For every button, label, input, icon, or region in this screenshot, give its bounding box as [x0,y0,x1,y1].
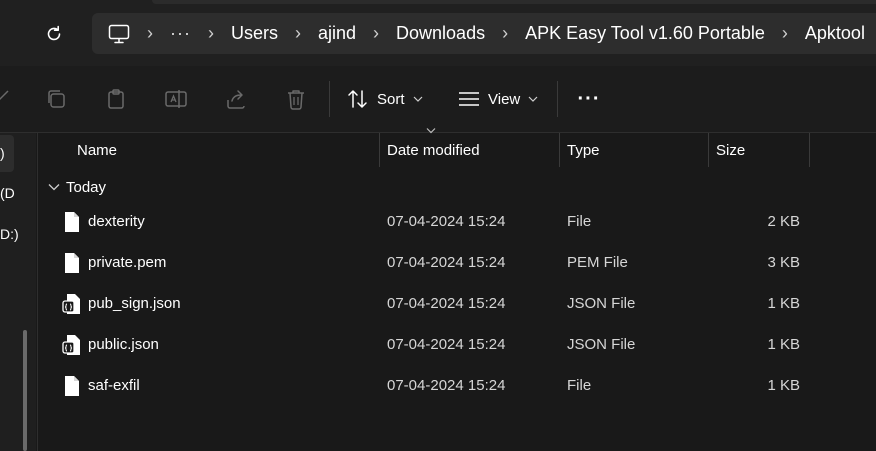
file-row[interactable]: saf-exfil 07-04-2024 15:24 File 1 KB [38,365,876,405]
refresh-icon [47,25,61,41]
breadcrumb-users[interactable]: Users [231,23,278,44]
chevron-down-icon [528,96,538,102]
file-row[interactable]: private.pem 07-04-2024 15:24 PEM File 3 … [38,242,876,282]
file-date: 07-04-2024 15:24 [387,376,506,394]
paste-icon [108,89,124,109]
paste-button[interactable] [104,87,128,111]
file-size: 1 KB [767,335,800,353]
file-date: 07-04-2024 15:24 [387,253,506,271]
column-header-size[interactable]: Size [716,133,745,167]
column-header-type-label: Type [567,141,600,159]
column-separator[interactable] [809,133,810,167]
view-label: View [488,90,521,108]
file-type: JSON File [567,294,636,312]
file-name[interactable]: dexterity [88,201,145,241]
file-name[interactable]: saf-exfil [88,365,140,405]
sort-indicator-icon [426,128,436,134]
column-header-type[interactable]: Type [567,133,600,167]
file-size: 3 KB [767,253,800,271]
file-icon [65,376,79,396]
file-size: 2 KB [767,212,800,230]
rename-button[interactable] [164,87,188,111]
file-size: 1 KB [767,376,800,394]
breadcrumb-chevron[interactable]: › [130,23,170,44]
view-list-icon [459,92,479,106]
file-row[interactable]: pub_sign.json 07-04-2024 15:24 JSON File… [38,283,876,323]
json-file-icon [62,294,80,314]
file-size: 1 KB [767,294,800,312]
sort-button[interactable]: Sort [347,84,423,114]
column-header-size-label: Size [716,141,746,159]
breadcrumb-overflow[interactable]: ··· [170,23,191,44]
cut-button[interactable] [0,87,12,111]
chevron-down-icon [413,96,422,102]
file-type: JSON File [567,335,636,353]
share-button[interactable] [224,87,248,111]
group-label: Today [66,178,107,196]
file-icon [65,253,79,273]
breadcrumb-chevron[interactable]: › [765,23,805,44]
breadcrumb-chevron[interactable]: › [278,23,318,44]
breadcrumb-apk-easy-tool[interactable]: APK Easy Tool v1.60 Portable [525,23,765,44]
breadcrumb-chevron[interactable]: › [191,23,231,44]
trash-icon [288,90,304,110]
this-pc-icon[interactable] [108,24,130,44]
column-header-name-label: Name [77,141,118,159]
column-header-date-label: Date modified [387,141,480,159]
json-file-icon [62,335,80,355]
nav-item-fragment[interactable]: (D [0,185,15,201]
sort-icon [348,90,367,108]
refresh-button[interactable] [36,16,72,52]
file-name[interactable]: pub_sign.json [88,283,181,323]
breadcrumb-chevron[interactable]: › [356,23,396,44]
file-type: PEM File [567,253,628,271]
nav-pane-scrollbar[interactable] [23,330,27,451]
tab-strip-edge [152,0,876,4]
file-row[interactable]: dexterity 07-04-2024 15:24 File 2 KB [38,201,876,241]
column-separator[interactable] [708,133,709,167]
group-header-today[interactable]: Today [48,178,106,196]
file-type: File [567,376,592,394]
navigation-pane [0,133,36,451]
breadcrumb-chevron[interactable]: › [485,23,525,44]
address-bar-row: › ··· › Users › ajind › Downloads › APK … [0,0,876,66]
column-header-name[interactable]: Name [77,133,117,167]
view-button[interactable]: View [458,84,538,114]
nav-item-fragment[interactable]: ) [0,145,5,161]
more-options-button[interactable]: ··· [576,87,602,111]
breadcrumb-apktool[interactable]: Apktool [805,23,865,44]
breadcrumb-downloads[interactable]: Downloads [396,23,485,44]
chevron-down-icon [48,184,60,191]
copy-button[interactable] [44,87,68,111]
sort-label: Sort [377,90,405,108]
file-name[interactable]: private.pem [88,242,166,282]
nav-item-fragment[interactable]: D:) [0,226,19,242]
file-name[interactable]: public.json [88,324,159,364]
file-type: File [567,212,592,230]
file-date: 07-04-2024 15:24 [387,335,506,353]
delete-button[interactable] [284,87,308,111]
file-date: 07-04-2024 15:24 [387,212,506,230]
column-separator[interactable] [379,133,380,167]
address-bar[interactable]: › ··· › Users › ajind › Downloads › APK … [92,13,876,54]
file-icon [65,212,79,232]
column-header-date-modified[interactable]: Date modified [387,133,480,167]
toolbar-divider [329,81,330,117]
column-separator[interactable] [559,133,560,167]
command-bar: Sort View ··· [0,66,876,133]
file-date: 07-04-2024 15:24 [387,294,506,312]
breadcrumb-ajind[interactable]: ajind [318,23,356,44]
copy-icon [48,90,65,108]
cut-icon [0,90,9,101]
share-icon [227,90,245,109]
file-row[interactable]: public.json 07-04-2024 15:24 JSON File 1… [38,324,876,364]
toolbar-divider [557,81,558,117]
more-options-icon: ··· [577,87,601,110]
rename-icon [165,90,187,108]
